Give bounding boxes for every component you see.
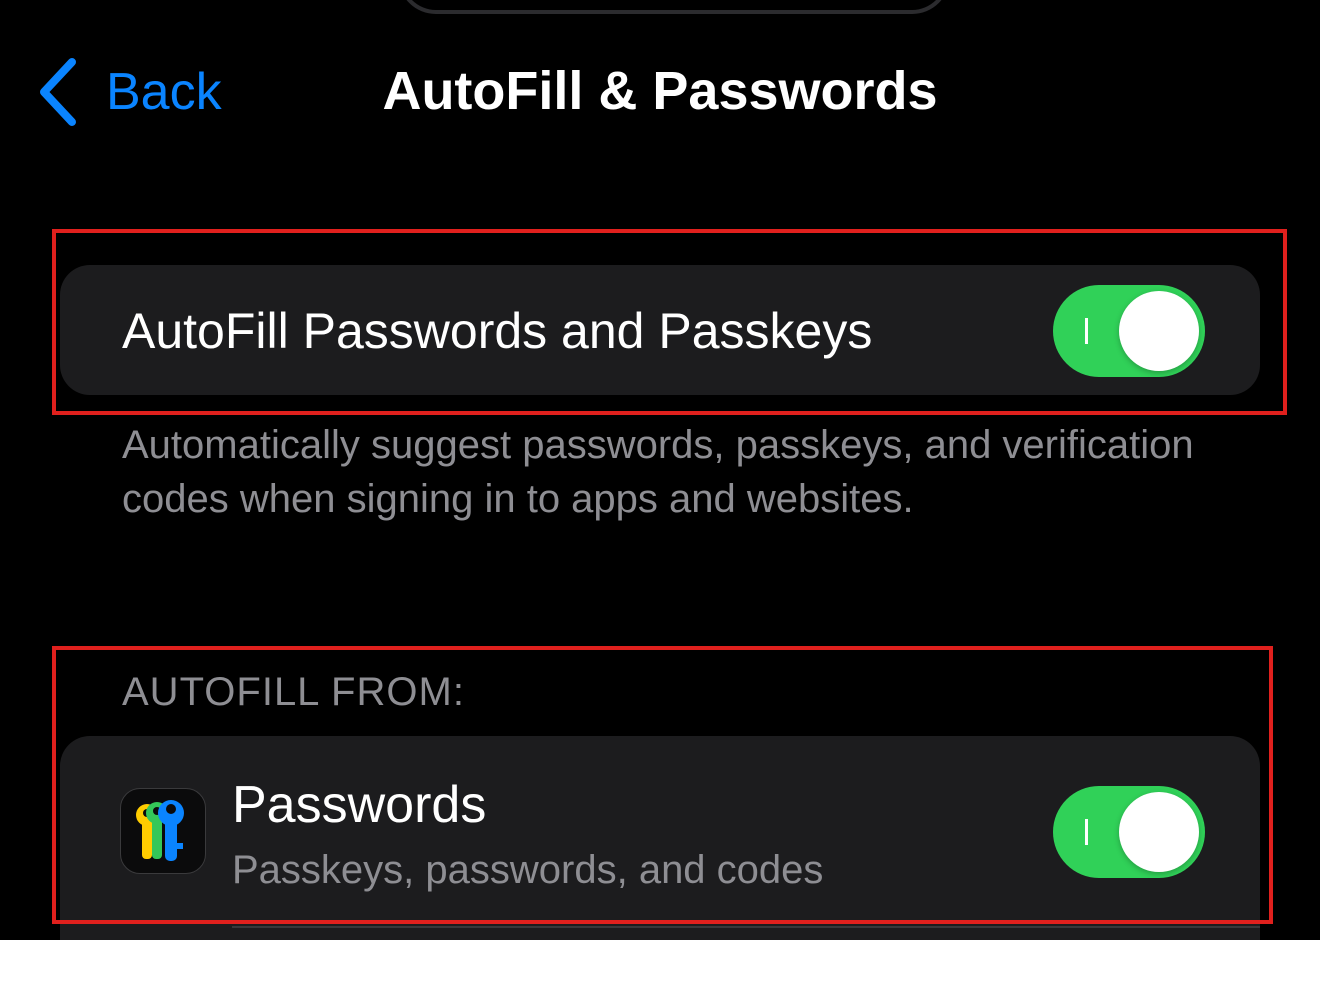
passwords-provider-subtitle: Passkeys, passwords, and codes — [232, 848, 824, 892]
autofill-footnote: Automatically suggest passwords, passkey… — [122, 423, 1194, 521]
settings-screen: Back AutoFill & Passwords AutoFill Passw… — [0, 0, 1320, 940]
autofill-from-header: AUTOFILL FROM: — [122, 670, 465, 714]
toggle-on-indicator — [1085, 819, 1088, 845]
autofill-passwords-toggle[interactable] — [1053, 285, 1205, 377]
passwords-app-icon — [120, 788, 206, 874]
toggle-knob — [1119, 792, 1199, 872]
toggle-knob — [1119, 291, 1199, 371]
dynamic-island — [398, 0, 950, 14]
passwords-provider-row: Passwords Passkeys, passwords, and codes — [60, 736, 1260, 940]
row-separator — [232, 926, 1260, 928]
passwords-provider-toggle[interactable] — [1053, 786, 1205, 878]
autofill-passwords-row: AutoFill Passwords and Passkeys — [60, 265, 1260, 395]
toggle-on-indicator — [1085, 318, 1088, 344]
page-title: AutoFill & Passwords — [382, 61, 938, 121]
autofill-passwords-label: AutoFill Passwords and Passkeys — [122, 303, 873, 359]
passwords-provider-title: Passwords — [232, 776, 487, 834]
